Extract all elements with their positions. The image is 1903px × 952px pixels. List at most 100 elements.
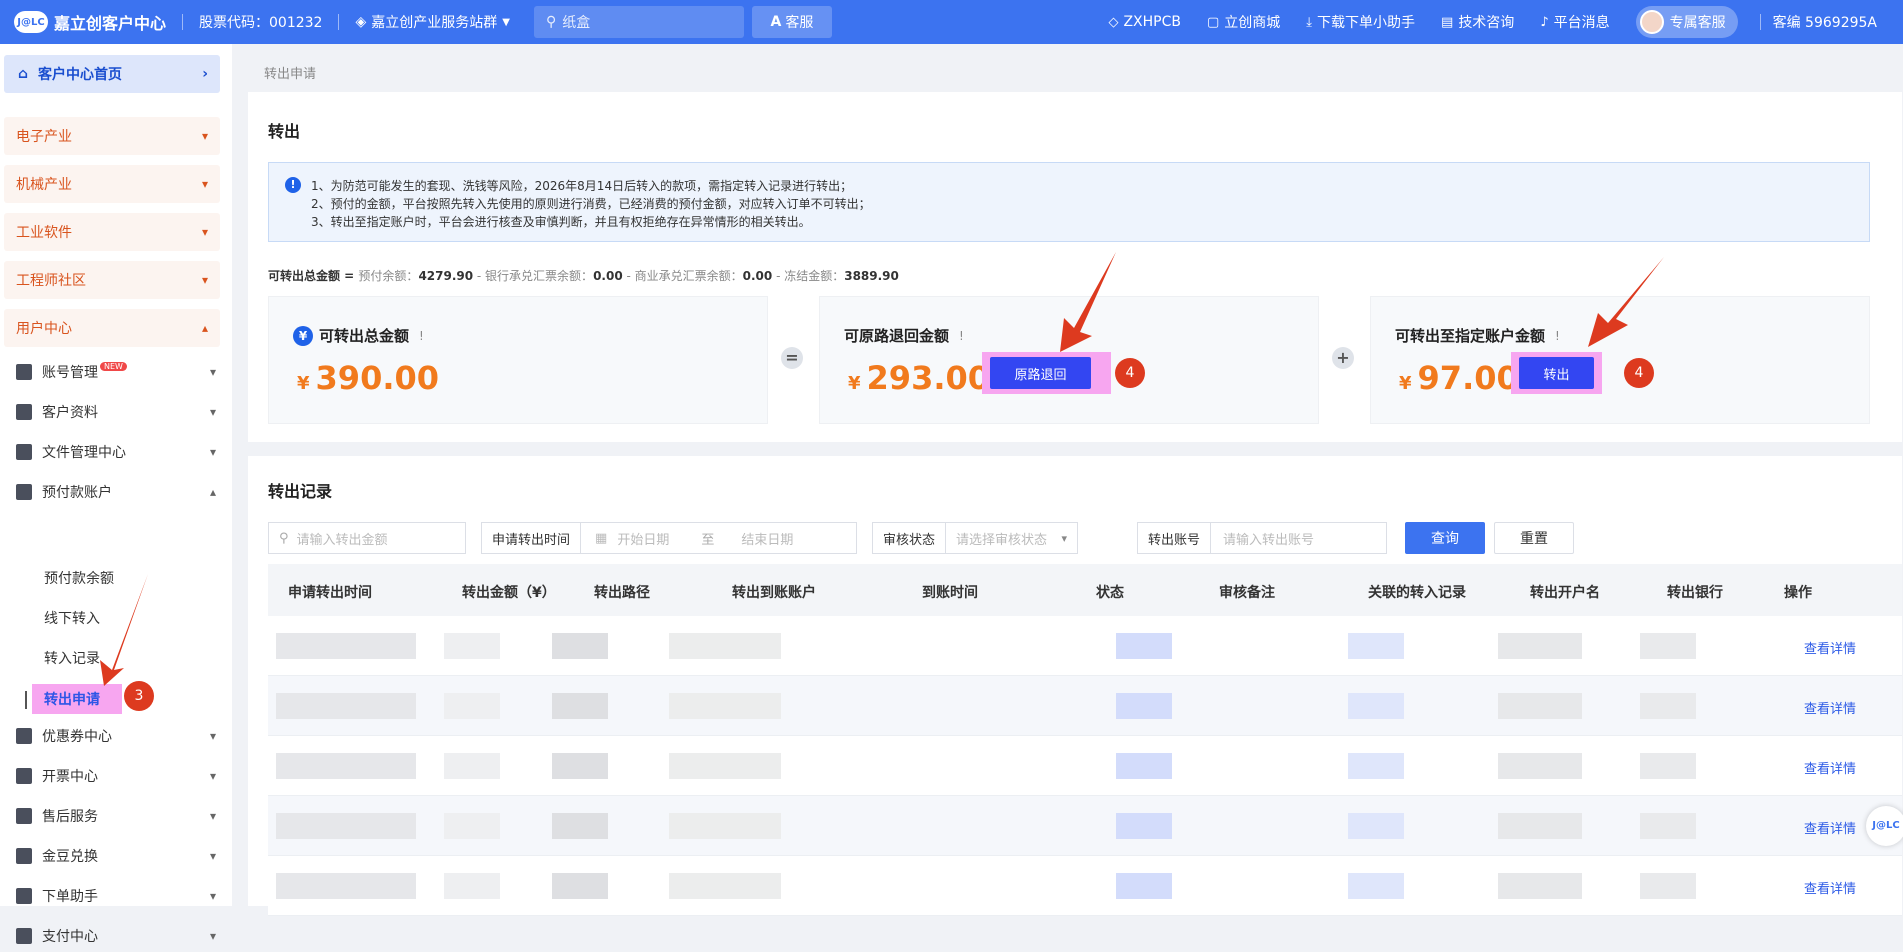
redacted-cell: [669, 813, 781, 839]
link-label: ZXHPCB: [1123, 14, 1181, 30]
view-detail-link[interactable]: 查看详情: [1804, 638, 1856, 657]
tech-support-link[interactable]: ▤ 技术咨询: [1441, 12, 1514, 32]
ai-icon: A: [770, 14, 782, 30]
sidebar-item-files[interactable]: 文件管理中心 ▾: [16, 436, 216, 468]
refund-button[interactable]: 原路退回: [990, 357, 1091, 389]
hint-icon[interactable]: !: [959, 329, 964, 343]
sidebar-sub-transfer-out[interactable]: 转出申请: [32, 684, 122, 714]
chevron-down-icon: ▼: [502, 16, 510, 28]
column-header: 操作: [1784, 585, 1812, 601]
group-electronics[interactable]: 电子产业 ▾: [4, 117, 220, 155]
nav-label: 预付款账户: [42, 485, 112, 501]
logo[interactable]: J@LC 嘉立创客户中心: [14, 10, 166, 34]
view-detail-link[interactable]: 查看详情: [1804, 698, 1856, 717]
view-detail-link[interactable]: 查看详情: [1804, 818, 1856, 837]
divider: [182, 14, 184, 30]
chevron-down-icon: ▾: [201, 177, 208, 191]
chevron-down-icon: ▾: [209, 809, 216, 823]
nav-label: 文件管理中心: [42, 445, 126, 461]
annotation-arrow: [1588, 257, 1664, 347]
redacted-cell: [1348, 753, 1404, 779]
view-detail-link[interactable]: 查看详情: [1804, 758, 1856, 777]
service-pill[interactable]: 专属客服: [1635, 6, 1738, 38]
transfer-card: 转出 ! 1、为防范可能发生的套现、洗钱等风险，2026年8月14日后转入的款项…: [248, 92, 1902, 442]
sidebar-item-beans[interactable]: 金豆兑换 ▾: [16, 840, 216, 872]
redacted-cell: [552, 813, 608, 839]
redacted-cell: [1498, 813, 1582, 839]
table-header: 申请转出时间 转出金额（¥） 转出路径 转出到账账户 到账时间 状态 审核备注 …: [268, 564, 1902, 616]
chevron-down-icon: ▾: [209, 405, 216, 419]
sidebar-item-invoice[interactable]: 开票中心 ▾: [16, 760, 216, 792]
group-community[interactable]: 工程师社区 ▾: [4, 261, 220, 299]
total-label-row: ¥ 可转出总金额!: [293, 325, 424, 346]
reset-button[interactable]: 重置: [1494, 522, 1574, 554]
group-dropdown[interactable]: ◈ 嘉立创产业服务站群 ▼: [355, 12, 509, 32]
query-button[interactable]: 查询: [1405, 522, 1485, 554]
group-label: 机械产业: [16, 177, 72, 193]
chevron-down-icon: ▾: [209, 929, 216, 943]
search-input[interactable]: ⚲ 纸盒: [533, 6, 744, 38]
placeholder: 开始日期: [617, 532, 670, 548]
group-software[interactable]: 工业软件 ▾: [4, 213, 220, 251]
column-header: 申请转出时间: [288, 585, 372, 601]
view-detail-link[interactable]: 查看详情: [1804, 878, 1856, 897]
group-mechanical[interactable]: 机械产业 ▾: [4, 165, 220, 203]
redacted-cell: [1498, 753, 1582, 779]
group-user-center[interactable]: 用户中心 ▴: [4, 309, 220, 347]
notice-line: 3、转出至指定账户时，平台会进行核查及审慎判断，并且有权拒绝存在异常情形的相关转…: [311, 215, 811, 229]
column-header: 转出金额（¥）: [462, 585, 556, 601]
top-bar: J@LC 嘉立创客户中心 股票代码：001232 ◈ 嘉立创产业服务站群 ▼ ⚲…: [0, 0, 1903, 44]
sidebar-item-coupons[interactable]: 优惠券中心 ▾: [16, 720, 216, 752]
redacted-cell: [444, 873, 500, 899]
commercial-bill-balance: 0.00: [742, 269, 773, 283]
sub-label: 线下转入: [44, 611, 100, 627]
redacted-cell: [552, 873, 608, 899]
formula-label: - 冻结金额：: [772, 269, 845, 283]
hint-icon[interactable]: !: [419, 329, 424, 343]
sidebar-item-order-helper[interactable]: 下单助手 ▾: [16, 880, 216, 912]
group-label: 工业软件: [16, 225, 72, 241]
status-select[interactable]: 审核状态 请选择审核状态 ▾: [872, 522, 1078, 554]
amount-search-input[interactable]: ⚲ 请输入转出金额: [268, 522, 466, 554]
box-icon: [16, 848, 32, 864]
account-input[interactable]: 转出账号 请输入转出账号: [1137, 522, 1387, 554]
mall-link[interactable]: ▢ 立创商城: [1207, 12, 1280, 32]
sidebar-sub-records[interactable]: 转入记录: [44, 644, 100, 672]
layers-icon: ◈: [355, 14, 367, 30]
account-id[interactable]: 客编 5969295A: [1773, 12, 1877, 32]
date-range-picker[interactable]: 申请转出时间 ▦ 开始日期 至 结束日期: [481, 522, 857, 554]
sidebar-item-account[interactable]: 账号管理 NEW ▾: [16, 356, 216, 388]
sidebar-item-profile[interactable]: 客户资料 ▾: [16, 396, 216, 428]
redacted-cell: [444, 753, 500, 779]
bell-icon: ♪: [1540, 14, 1549, 30]
divider: [338, 14, 340, 30]
sidebar-item-prepay[interactable]: 预付款账户 ▴: [16, 476, 216, 508]
amount-formula: 可转出总金额 = 预付余额：4279.90 - 银行承兑汇票余额：0.00 - …: [268, 267, 899, 284]
sidebar-item-payment[interactable]: 支付中心 ▾: [16, 920, 216, 952]
download-link[interactable]: ⤓ 下载下单小助手: [1306, 12, 1415, 32]
column-header: 转出路径: [594, 585, 650, 601]
sidebar-item-aftersales[interactable]: 售后服务 ▾: [16, 800, 216, 832]
active-indicator: [25, 691, 27, 709]
floating-support-icon[interactable]: J@LC: [1866, 806, 1903, 846]
redacted-cell: [552, 693, 608, 719]
transfer-out-button[interactable]: 转出: [1519, 357, 1594, 389]
sidebar-home[interactable]: ⌂ 客户中心首页 ›: [4, 55, 220, 93]
kefu-button[interactable]: A 客服: [751, 6, 832, 38]
currency: ¥: [848, 373, 861, 394]
nav-label: 售后服务: [42, 809, 98, 825]
transfer-title: 转出: [268, 122, 301, 141]
zxhpcb-link[interactable]: ◇ ZXHPCB: [1108, 14, 1181, 30]
hint-icon[interactable]: !: [1555, 329, 1560, 343]
redacted-cell: [276, 753, 416, 779]
redacted-cell: [669, 753, 781, 779]
total-stat-card: ¥ 可转出总金额! ¥390.00: [268, 296, 768, 424]
column-header: 到账时间: [922, 585, 978, 601]
messages-link[interactable]: ♪ 平台消息: [1540, 12, 1609, 32]
info-icon: !: [285, 177, 301, 193]
sidebar-sub-offline[interactable]: 线下转入: [44, 604, 100, 632]
nav-label: 支付中心: [42, 929, 98, 945]
redacted-cell: [276, 693, 416, 719]
sub-label: 转入记录: [44, 651, 100, 667]
diamond-icon: ◇: [1108, 14, 1119, 30]
